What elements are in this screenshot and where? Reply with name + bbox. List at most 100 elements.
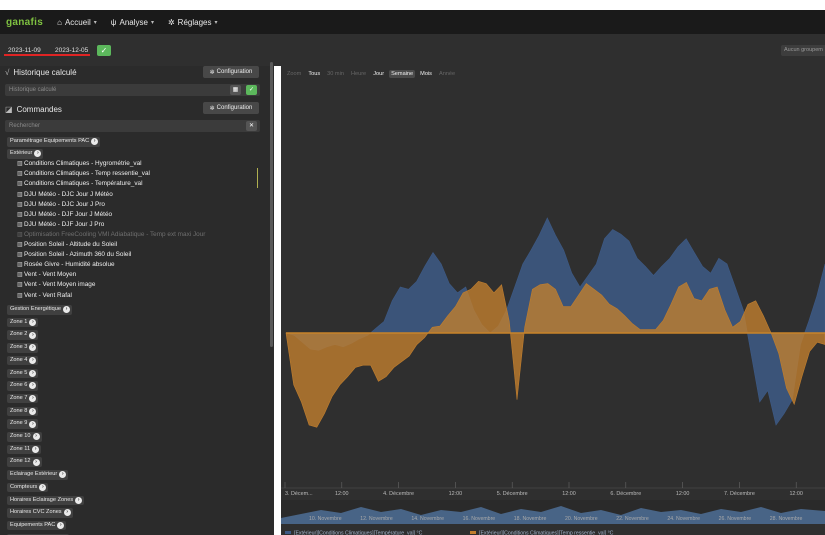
apply-dates-button[interactable]: ✓ [97,45,111,56]
legend-label: [Extérieur][Conditions Climatiques][Temp… [294,531,423,535]
group-parametrage-label: Paramétrage Equipements PAC [10,138,90,144]
chevron-right-icon: › [29,369,37,377]
clear-search-button[interactable]: ✕ [246,121,257,131]
start-date-input[interactable]: 2023-11-09 [8,47,41,58]
end-date-input[interactable]: 2023-12-05 [55,47,88,58]
trash-icon[interactable]: ▥ [17,231,23,238]
group-zone-9[interactable]: Zone 9 › [7,419,39,429]
trash-icon[interactable]: ▥ [17,180,23,187]
group-zone-3[interactable]: Zone 3 › [7,343,39,353]
group-zone-6[interactable]: Zone 6 › [7,381,39,391]
tree-item[interactable]: ▥ Vent - Vent Moyen image [17,280,95,290]
group-zone-9-label: Zone 9 [10,420,28,427]
tree-item[interactable]: ▥ Conditions Climatiques - Hygrométrie_va… [17,159,142,169]
chevron-right-icon: › [32,458,40,466]
tree-item[interactable]: ▥ Position Soleil - Altitude du Soleil [17,240,117,250]
chevron-right-icon: › [29,331,37,339]
trash-icon[interactable]: ▥ [17,191,23,198]
group-exterieur[interactable]: Extérieur › [7,149,44,159]
group-equipements-pac[interactable]: Equipements PAC › [7,520,67,531]
trash-icon[interactable]: ▥ [17,271,23,278]
nav-analyse[interactable]: ψ Analyse ▾ [111,18,154,27]
group-zone-8[interactable]: Zone 8 › [7,406,39,417]
chevron-right-icon: › [59,471,67,479]
tree-item[interactable]: ▥ Rosée Givre - Humidité absolue [17,260,115,270]
group-compteurs-label: Compteurs [10,483,38,490]
chevron-right-icon: › [29,357,37,365]
x-tick-label: 3. Décem... [285,491,313,497]
group-zone-1[interactable]: Zone 1 › [7,317,39,328]
tree-item-label: Position Soleil - Altitude du Soleil [24,241,118,249]
group-zone-7[interactable]: Zone 7 › [7,393,39,404]
grouping-select[interactable]: Aucun groupem [781,45,825,56]
gear-icon: ✲ [209,105,215,112]
group-zone-10-label: Zone 10 [10,433,31,439]
legend-label: [Extérieur][Conditions Climatiques][Temp… [479,531,614,535]
tree-item[interactable]: ▥ Position Soleil - Azimuth 360 du Soleil [17,250,131,260]
nav-reglages[interactable]: ✲ Réglages ▾ [168,18,218,27]
tree-item[interactable]: ▥ Optimisation FreeCooling VMI Adiabatiqu… [17,230,205,240]
commandes-search-input[interactable]: Rechercher [5,120,260,132]
chevron-right-icon: › [39,484,47,492]
navigator-tick-label: 18. Novembre [514,516,547,522]
tree-item[interactable]: ▥ DJU Météo - DJC Jour J Pro [17,199,105,209]
trash-icon[interactable]: ▥ [17,170,23,177]
group-eclairage-ext-rieur-label: Eclairage Extérieur [10,471,58,478]
trash-icon[interactable]: ▥ [17,241,23,248]
navigator-tick-label: 16. Novembre [463,516,496,522]
group-zone-10[interactable]: Zone 10 › [7,432,42,442]
group-zone-7-label: Zone 7 [10,394,28,401]
group-equipements-pac-label: Equipements PAC [10,521,56,528]
trash-icon[interactable]: ▥ [17,160,23,167]
trash-icon[interactable]: ▥ [17,261,23,268]
tree-item-label: Vent - Vent Moyen [24,271,77,279]
group-zone-2[interactable]: Zone 2 › [7,330,39,340]
group-horaires-eclairage-zones[interactable]: Horaires Eclairage Zones › [7,495,85,505]
tree-item[interactable]: ▥ Conditions Climatiques - Temp ressentie… [17,169,150,179]
group-zone-4[interactable]: Zone 4 › [7,355,39,366]
trash-icon[interactable]: ▥ [17,221,23,228]
tree-item[interactable]: ▥ Vent - Vent Rafal [17,290,72,300]
tree-item[interactable]: ▥ DJU Météo - DJC Jour J Météo [17,189,113,199]
tree-item[interactable]: ▥ DJU Météo - DJF Jour J Météo [17,210,112,220]
chevron-right-icon: › [29,344,37,352]
trash-icon[interactable]: ▥ [17,292,23,299]
group-eclairage-ext-rieur[interactable]: Eclairage Extérieur › [7,470,69,480]
group-parametrage[interactable]: Paramétrage Equipements PAC › [7,137,101,147]
group-zone-4-label: Zone 4 [10,356,28,363]
sidebar-scrollbar-thumb[interactable] [270,62,273,347]
date-underline [4,54,90,56]
chart-svg[interactable]: 3. Décem... 12:00 4. Décembre 12:00 5. Décem… [281,66,825,535]
check-icon: ✓ [248,87,255,93]
group-zone-5-label: Zone 5 [10,369,28,376]
trash-icon[interactable]: ▥ [17,281,23,288]
group-compteurs[interactable]: Compteurs › [7,482,49,493]
group-horaires-cvc-zones[interactable]: Horaires CVC Zones › [7,508,73,518]
historique-title: Historique calculé [13,67,77,77]
navigator-tick-label: 10. Novembre [309,516,342,522]
group-gestion-energ-tique[interactable]: Gestion Energétique › [7,305,72,315]
group-zone-11[interactable]: Zone 11 › [7,444,42,455]
group-zone-12[interactable]: Zone 12 › [7,457,42,467]
trash-icon[interactable]: ▥ [17,201,23,208]
app-logo[interactable]: ganafis [6,17,43,28]
tree-item-label: Vent - Vent Rafal [24,291,72,299]
group-zone-1-label: Zone 1 [10,318,28,325]
tree-item[interactable]: ▥ Vent - Vent Moyen [17,270,76,280]
navigator-tick-label: 24. Novembre [667,516,700,522]
validate-historique-button[interactable]: ✓ [246,85,257,95]
chevron-right-icon: › [91,138,99,146]
commandes-config-button[interactable]: ✲ Configuration [203,102,259,114]
close-icon: ✕ [248,123,255,129]
tree-item[interactable]: ▥ DJU Météo - DJF Jour J Pro [17,220,104,230]
group-zone-5[interactable]: Zone 5 › [7,368,39,378]
tree-item[interactable]: ▥ Conditions Climatiques - Température_va… [17,179,143,189]
navigator-tick-label: 14. Novembre [411,516,444,522]
trash-icon[interactable]: ▥ [17,211,23,218]
trash-icon[interactable]: ▥ [17,251,23,258]
nav-accueil[interactable]: ⌂ Accueil ▾ [57,18,97,27]
historique-config-button[interactable]: ✲ Configuration [203,66,259,78]
historique-search-input[interactable]: Historique calculé [5,84,260,96]
calculator-icon[interactable]: ▦ [230,85,241,95]
config-label: Configuration [216,105,253,111]
